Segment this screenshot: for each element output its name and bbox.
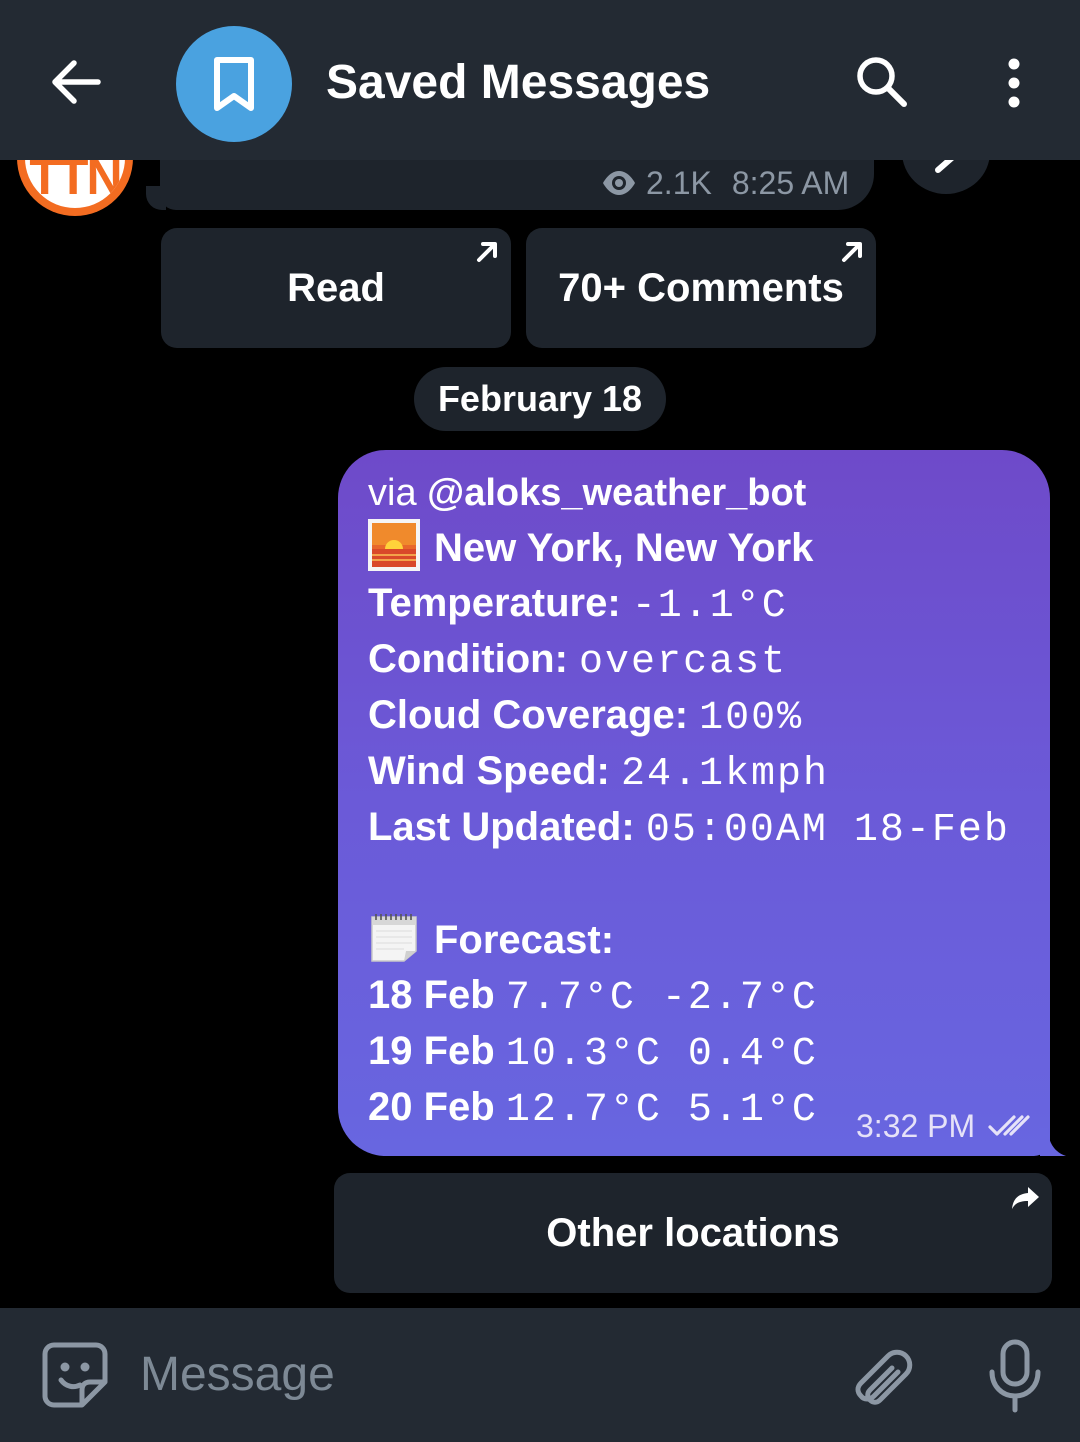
condition-value: overcast [579, 640, 788, 685]
more-vertical-icon [1008, 58, 1020, 108]
forecast-day: 18 Feb [368, 973, 495, 1017]
read-button-label: Read [287, 265, 385, 310]
sticker-smile-icon [42, 1342, 108, 1408]
more-options-button[interactable] [990, 50, 1038, 114]
search-button[interactable] [850, 50, 914, 114]
other-locations-button[interactable]: Other locations [334, 1173, 1052, 1293]
comments-button-label: 70+ Comments [558, 265, 844, 310]
temperature-line: Temperature: -1.1°C [368, 581, 788, 629]
cloud-coverage-value: 100% [699, 696, 804, 741]
chat-title[interactable]: Saved Messages [326, 55, 710, 110]
location-line: New York, New York [368, 519, 813, 575]
back-button[interactable] [44, 50, 108, 114]
message-time: 3:32 PM [856, 1107, 976, 1144]
forecast-row: 18 Feb 7.7°C -2.7°C [368, 967, 818, 1023]
date-separator: February 18 [414, 367, 666, 431]
read-button[interactable]: Read [161, 228, 511, 348]
voice-message-button[interactable] [980, 1338, 1050, 1414]
wind-speed-value: 24.1kmph [620, 752, 830, 797]
message-input[interactable] [140, 1336, 820, 1412]
comments-button[interactable]: 70+ Comments [526, 228, 876, 348]
eye-icon [600, 169, 638, 197]
chat-screen: TTN 2.1K 8:25 AM Saved Messages Read 70+… [0, 0, 1080, 1442]
temperature-value: -1.1°C [631, 584, 788, 629]
microphone-icon [989, 1339, 1041, 1413]
date-label: February 18 [437, 378, 643, 419]
forecast-temps: 7.7°C -2.7°C [505, 976, 818, 1021]
forecast-temps: 12.7°C 5.1°C [505, 1088, 818, 1133]
bookmark-icon [214, 57, 254, 111]
double-check-icon [987, 1112, 1033, 1140]
previous-message-time: 8:25 AM [731, 164, 850, 201]
cloud-coverage-line: Cloud Coverage: 100% [368, 693, 804, 741]
via-bot-line: via @aloks_weather_bot [368, 465, 806, 521]
calendar-icon [368, 911, 420, 963]
forecast-day: 20 Feb [368, 1085, 495, 1129]
forecast-row: 19 Feb 10.3°C 0.4°C [368, 1023, 818, 1079]
search-icon [857, 57, 907, 107]
forecast-day: 19 Feb [368, 1029, 495, 1073]
forecast-heading: Forecast: [434, 918, 615, 962]
message-timestamp: 3:32 PM [856, 1106, 1033, 1146]
forecast-row: 20 Feb 12.7°C 5.1°C [368, 1079, 818, 1135]
via-prefix: via [368, 472, 417, 514]
condition-line: Condition: overcast [368, 637, 788, 685]
sticker-button[interactable] [40, 1340, 110, 1410]
sunrise-icon [368, 519, 420, 571]
top-app-bar: Saved Messages [0, 0, 1080, 160]
previous-message-meta: 2.1K 8:25 AM [600, 163, 849, 203]
via-bot-link[interactable]: @aloks_weather_bot [427, 472, 806, 514]
last-updated-value: 05:00AM 18-Feb [645, 808, 1010, 853]
external-link-icon [842, 242, 862, 262]
forecast-temps: 10.3°C 0.4°C [505, 1032, 818, 1077]
wind-speed-line: Wind Speed: 24.1kmph [368, 749, 830, 797]
location-name: New York, New York [434, 526, 814, 570]
arrow-left-icon [52, 60, 101, 104]
forecast-heading-line: Forecast: [368, 911, 614, 967]
paperclip-icon [855, 1349, 913, 1405]
bubble-tail [1040, 1128, 1066, 1156]
other-locations-label: Other locations [546, 1210, 840, 1255]
saved-messages-avatar[interactable] [176, 26, 292, 142]
last-updated-line: Last Updated: 05:00AM 18-Feb [368, 805, 1010, 853]
attach-button[interactable] [850, 1340, 920, 1410]
external-link-icon [477, 242, 497, 262]
forward-arrow-icon [1012, 1187, 1039, 1209]
view-count: 2.1K [646, 164, 712, 201]
